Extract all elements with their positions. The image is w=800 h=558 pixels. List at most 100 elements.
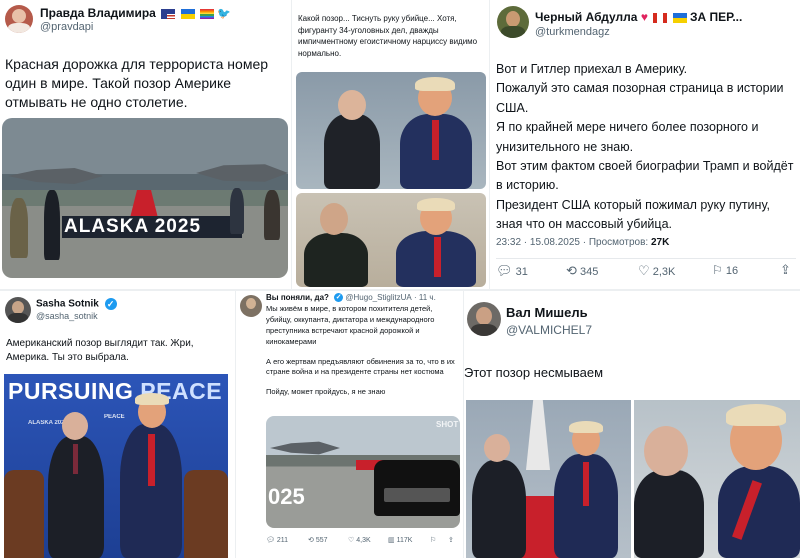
views-count: 27K [650,237,670,248]
putin-figure [324,114,380,189]
bookmark-button[interactable]: ⚐ [430,536,436,544]
verified-badge-icon: ✓ [334,293,344,303]
like-count: 4,3K [356,537,371,544]
avatar[interactable] [5,297,31,323]
tweet-meta: 23:32 · 15.08.2025 · Просмотров: 27K [496,237,669,248]
avatar[interactable] [497,6,529,38]
views-button[interactable]: ▥ 117K [388,536,412,544]
divider [235,291,236,558]
putin-figure [634,470,704,558]
putin-head [644,426,688,476]
bookmark-count: 16 [725,265,739,277]
tweet-card-hugo: Вы поняли, да? ✓ @Hugo_StiglitzUA · 11 ч… [236,292,464,558]
photo-putin-trump[interactable] [296,72,486,189]
reply-button[interactable]: 💬︎ 211 [266,536,288,544]
repost-icon: ⟲ [566,263,577,278]
red-tie [583,462,589,506]
author-name[interactable]: Черный Абдулла ♥ ЗА ПЕР... [535,10,742,24]
author-handle[interactable]: @sasha_sotnik [36,311,98,321]
share-icon: ⇪ [448,537,454,544]
author-name[interactable]: Вы поняли, да? [266,293,329,302]
repost-count: 345 [579,266,599,278]
bookmark-icon: ⚐ [430,537,437,544]
fighter-jet [270,441,340,455]
trump-hair [569,421,603,433]
author-name-text: Черный Абдулла [535,10,638,24]
trump-hair [726,404,786,426]
ukraine-flag-icon [672,12,687,23]
divider [0,289,800,291]
author-handle[interactable]: @VALMICHEL7 [506,323,592,337]
podium-label: PEACE [104,414,125,420]
share-button[interactable]: ⇪ [780,262,791,278]
tweet-paragraph: Пойду, может пройдусь, я не знаю [266,387,386,397]
tweet-line: Вот и Гитлер приехал в Америку. [496,62,688,76]
photo-zelensky-trump[interactable] [296,193,486,287]
canada-flag-icon [653,12,668,23]
heart-outline-icon: ♡ [638,263,650,278]
like-button[interactable]: ♡ 4,3K [348,536,371,544]
fighter-jet-right [196,164,288,182]
avatar[interactable] [240,295,262,317]
author-handle[interactable]: @Hugo_StiglitzUA [345,293,411,302]
trump-hair [135,393,169,405]
share-icon: ⇪ [780,262,791,277]
repost-button[interactable]: ⟲ 557 [308,536,328,544]
like-count: 2,3K [652,266,676,278]
heart-outline-icon: ♡ [348,537,355,544]
photo-pursuing-peace[interactable]: PURSUING PEACE ALASKA 2025 PEACE [4,374,228,558]
photo-airport-cars[interactable]: 025 SHOT [266,416,460,528]
reply-count: 31 [515,266,528,278]
tweet-line: Президент США который пожимал руку путин… [496,197,770,231]
author-handle[interactable]: @turkmendagz [535,26,610,38]
author-name-text: Sasha Sotnik [36,298,99,310]
tweet-paragraph: А его жертвам предъявляют обвинения за т… [266,356,455,377]
putin-head [484,434,510,462]
banner-word-pursuing: PURSUING [8,378,134,404]
tweet-card-sotnik: Sasha Sotnik ✓ @sasha_sotnik Американски… [0,292,236,558]
reply-button[interactable]: 💬︎ 31 [496,263,528,279]
views-icon: ▥ [388,537,395,544]
like-button[interactable]: ♡ 2,3K [638,263,675,279]
reply-count: 211 [276,537,289,544]
timestamp-views-label: 23:32 · 15.08.2025 · Просмотров: [496,237,649,248]
putin-head [338,90,366,120]
avatar[interactable] [467,302,501,336]
photo-handshake[interactable] [466,400,631,558]
avatar[interactable] [5,5,33,33]
banner-text: PURSUING PEACE [8,378,222,405]
tie [73,444,78,474]
photo-closeup[interactable] [634,400,800,558]
red-carpet [130,190,158,218]
armchair-left [4,470,44,558]
red-tie [434,237,441,277]
tweet-paragraph: Мы живём в мире, в котором похитителя де… [266,304,435,346]
tweet-text: Этот позор несмываем [464,365,604,380]
trump-hair [415,77,455,91]
verified-badge-icon: ✓ [104,298,117,310]
limousine [374,460,460,516]
tweet-line: Пожалуй это самая позорная страница в ис… [496,81,784,115]
repost-button[interactable]: ⟲ 345 [566,263,598,279]
author-name[interactable]: Sasha Sotnik ✓ [36,298,117,310]
share-button[interactable]: ⇪ [448,536,454,544]
tweet-card-abdulla: Черный Абдулла ♥ ЗА ПЕР... @turkmendagz … [490,0,800,287]
trump-figure [718,466,800,558]
rainbow-flag-icon [199,8,214,19]
tweet-photo[interactable]: ALASKA 2025 [2,118,288,278]
divider [463,291,464,558]
tweet-text: Американский позор выглядит так. Жри, Ам… [6,338,194,363]
airplane-stairs [526,400,550,470]
repost-count: 557 [315,537,328,544]
bookmark-icon: ⚐ [712,263,723,277]
tweet-body: Вот и Гитлер приехал в Америку. Пожалуй … [496,60,796,234]
bookmark-button[interactable]: ⚐ 16 [712,263,738,277]
zelensky-head [320,203,348,235]
bird-icon: 🐦 [217,8,231,21]
sign-text: ALASKA 2025 [64,216,202,237]
author-handle[interactable]: @pravdapi [40,21,93,33]
author-name[interactable]: Вал Мишель [506,305,588,320]
ukraine-flag-icon [180,8,195,19]
author-name[interactable]: Правда Владимира 🐦 [40,6,231,20]
sign-text: 025 [268,484,305,509]
